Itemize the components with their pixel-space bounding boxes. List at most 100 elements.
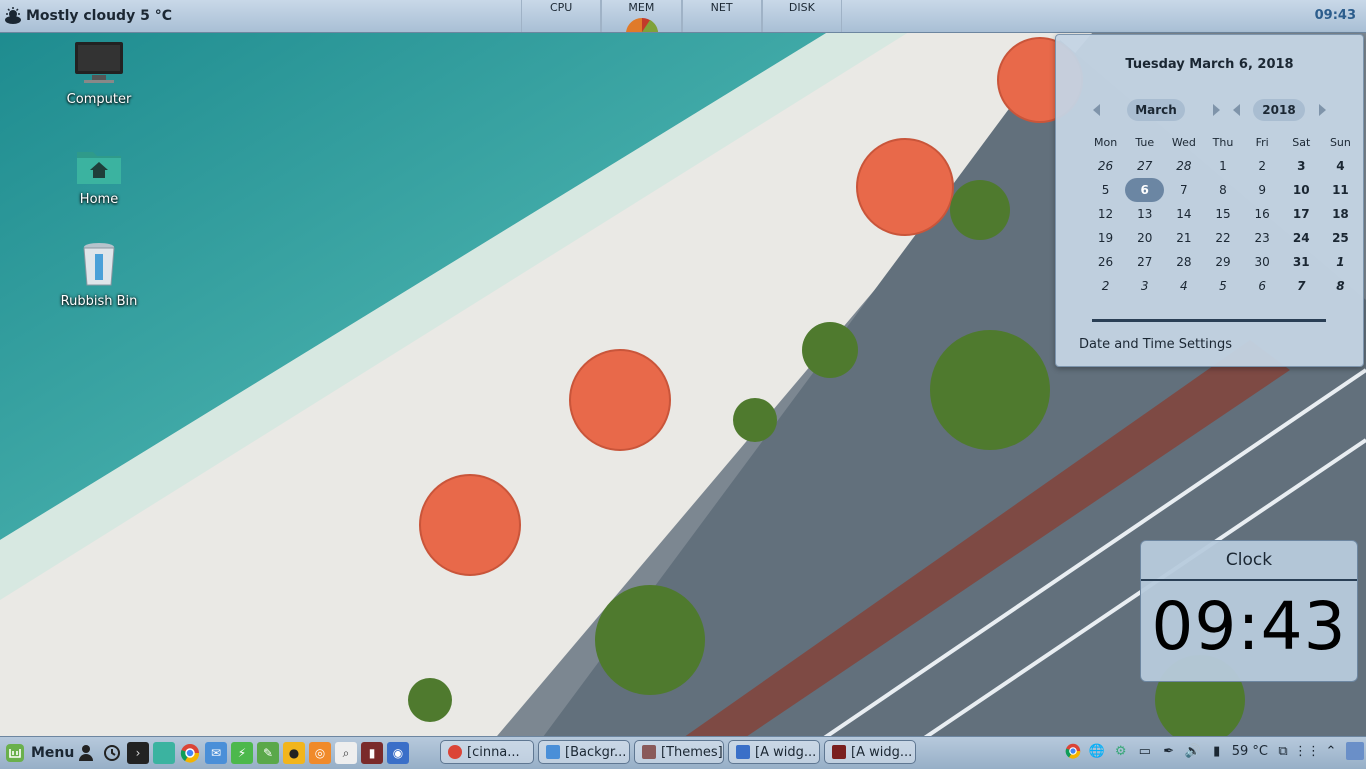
green-app-icon[interactable]: ⚡ [231,742,253,764]
desktop-icon-home[interactable]: Home [54,146,144,207]
calendar-day[interactable]: 8 [1203,178,1242,202]
cpu-monitor[interactable]: CPU [521,0,602,32]
weekday-header: Fri [1255,135,1269,149]
calendar-day[interactable]: 28 [1164,154,1203,178]
calendar-day[interactable]: 27 [1125,154,1164,178]
calendar-day[interactable]: 4 [1321,154,1360,178]
calendar-day[interactable]: 20 [1125,226,1164,250]
mail-icon[interactable]: ✉ [205,742,227,764]
temperature-label[interactable]: 59 °C [1232,744,1268,759]
calendar-popup: Tuesday March 6, 2018 March 2018 Mon Tue… [1055,34,1364,367]
mint-logo-icon [6,744,24,762]
calendar-day[interactable]: 26 [1086,154,1125,178]
calendar-day[interactable]: 19 [1086,226,1125,250]
volume-icon[interactable]: 🔊 [1184,742,1202,760]
calendar-day[interactable]: 11 [1321,178,1360,202]
calendar-day[interactable]: 3 [1282,154,1321,178]
desktop-icon-rubbish-bin[interactable]: Rubbish Bin [54,242,144,309]
prev-year-icon[interactable] [1233,104,1240,116]
grid-icon[interactable]: ⋮⋮ [1294,742,1320,760]
user-icon[interactable] [75,742,97,764]
calendar-day[interactable]: 12 [1086,202,1125,226]
firefox-icon[interactable]: ◎ [309,742,331,764]
calendar-day[interactable]: 21 [1164,226,1203,250]
search-icon[interactable]: ⌕ [335,742,357,764]
calendar-day[interactable]: 15 [1203,202,1242,226]
calendar-day[interactable]: 23 [1243,226,1282,250]
calendar-day[interactable]: 18 [1321,202,1360,226]
calendar-week-row: 2345678 [1086,274,1360,298]
clock-desklet[interactable]: Clock 09:43 [1140,540,1358,682]
calendar-day[interactable]: 27 [1125,250,1164,274]
terminal-icon[interactable]: › [127,742,149,764]
chevron-up-icon[interactable]: ⌃ [1322,742,1340,760]
calendar-day[interactable]: 17 [1282,202,1321,226]
calendar-day[interactable]: 2 [1086,274,1125,298]
calendar-day[interactable]: 25 [1321,226,1360,250]
network-icon[interactable]: ⚙ [1112,742,1130,760]
calendar-day[interactable]: 6 [1243,274,1282,298]
red-app-icon[interactable]: ▮ [361,742,383,764]
task-backgrounds[interactable]: [Backgr... [538,740,630,764]
date-time-settings-link[interactable]: Date and Time Settings [1079,337,1232,352]
calendar-day[interactable]: 7 [1282,274,1321,298]
calendar-day[interactable]: 7 [1164,178,1203,202]
calendar-day[interactable]: 24 [1282,226,1321,250]
calendar-day[interactable]: 14 [1164,202,1203,226]
calendar-day[interactable]: 1 [1321,250,1360,274]
calendar-day[interactable]: 9 [1243,178,1282,202]
calendar-day[interactable]: 13 [1125,202,1164,226]
calendar-day[interactable]: 28 [1164,250,1203,274]
calendar-day[interactable]: 4 [1164,274,1203,298]
next-year-icon[interactable] [1319,104,1326,116]
task-widget-2[interactable]: [A widg... [824,740,916,764]
calendar-day[interactable]: 5 [1203,274,1242,298]
tools-icon[interactable]: ✎ [257,742,279,764]
battery-icon[interactable]: ▮ [1208,742,1226,760]
globe-icon[interactable]: 🌐 [1088,742,1106,760]
display-icon[interactable]: ▭ [1136,742,1154,760]
task-widget-1[interactable]: [A widg... [728,740,820,764]
weekday-header: Thu [1212,135,1234,149]
calendar-day[interactable]: 5 [1086,178,1125,202]
calendar-day[interactable]: 10 [1282,178,1321,202]
show-desktop-icon[interactable] [1346,742,1364,760]
task-themes[interactable]: [Themes] [634,740,724,764]
chrome-icon[interactable] [1064,742,1082,760]
pen-icon[interactable]: ✒ [1160,742,1178,760]
menu-button[interactable]: Menu [5,742,74,764]
task-chrome[interactable]: [cinna... [440,740,534,764]
calendar-day[interactable]: 8 [1321,274,1360,298]
next-month-icon[interactable] [1213,104,1220,116]
files-icon[interactable] [153,742,175,764]
calendar-day[interactable]: 1 [1203,154,1242,178]
yellow-app-icon[interactable]: ● [283,742,305,764]
calendar-day[interactable]: 26 [1086,250,1125,274]
chrome-icon[interactable] [179,742,201,764]
menu-label: Menu [31,745,75,761]
top-clock[interactable]: 09:43 [1315,0,1356,32]
disk-monitor[interactable]: DISK [761,0,842,32]
mem-pie-icon [626,18,659,32]
calendar-day[interactable]: 2 [1243,154,1282,178]
history-icon[interactable] [101,742,123,764]
system-monitor[interactable]: CPU MEM NET DISK [521,0,842,32]
prev-month-icon[interactable] [1093,104,1100,116]
net-monitor[interactable]: NET [681,0,762,32]
calendar-day[interactable]: 30 [1243,250,1282,274]
cloudy-sun-icon [5,7,21,24]
clock-desklet-time: 09:43 [1151,588,1347,665]
windows-icon[interactable]: ⧉ [1274,742,1292,760]
calendar-day-today[interactable]: 6 [1125,178,1165,202]
calendar-separator [1092,319,1326,322]
weather-applet[interactable]: Mostly cloudy 5 °C [4,0,172,32]
calendar-day[interactable]: 3 [1125,274,1164,298]
camera-icon[interactable]: ◉ [387,742,409,764]
calendar-day[interactable]: 22 [1203,226,1242,250]
calendar-day[interactable]: 16 [1243,202,1282,226]
calendar-day[interactable]: 31 [1282,250,1321,274]
mem-monitor[interactable]: MEM [601,0,682,32]
system-tray: 🌐 ⚙ ▭ ✒ 🔊 ▮ 59 °C ⧉ ⋮⋮ ⌃ [1064,742,1364,760]
desktop-icon-computer[interactable]: Computer [54,40,144,107]
calendar-day[interactable]: 29 [1203,250,1242,274]
